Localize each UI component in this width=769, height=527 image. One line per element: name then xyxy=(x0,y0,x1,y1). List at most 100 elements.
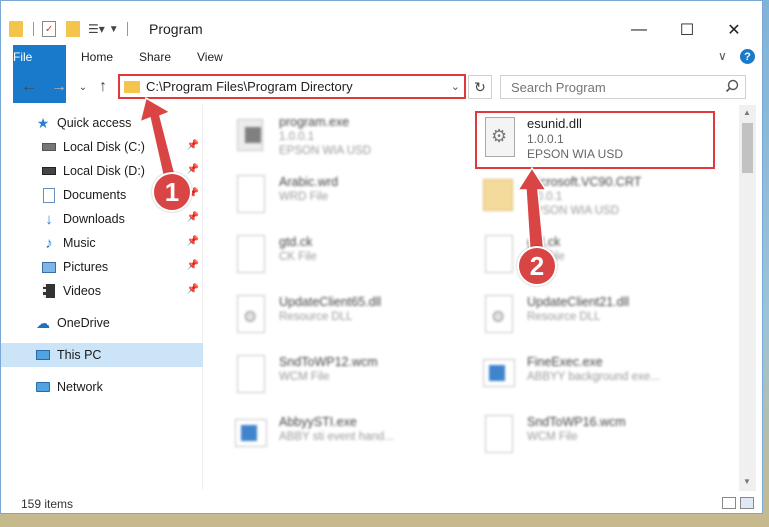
tab-home[interactable]: Home xyxy=(67,45,127,69)
document-icon xyxy=(481,233,517,277)
file-item-esunid-dll[interactable]: ⚙ esunid.dll 1.0.0.1 EPSON WIA USD xyxy=(475,111,715,169)
quick-access-toolbar: ✓ ☰▾ ▼ xyxy=(9,19,128,39)
chevron-down-icon[interactable]: ⌄ xyxy=(451,80,460,93)
file-name: AbbyySTI.exe xyxy=(279,415,357,429)
search-icon[interactable] xyxy=(725,79,739,96)
file-type: WCM File xyxy=(279,371,330,383)
ribbon-tabs: File Home Share View ∨ ? xyxy=(1,45,762,103)
sidebar-item-label: Videos xyxy=(63,284,101,298)
file-item[interactable]: AbbyySTI.exe ABBY sti event hand... xyxy=(233,411,483,469)
videos-icon xyxy=(41,283,57,299)
file-item[interactable]: ⚙ UpdateClient65.dll Resource DLL xyxy=(233,291,483,349)
file-name: FineExec.exe xyxy=(527,355,603,369)
sidebar-item-onedrive[interactable]: ☁ OneDrive xyxy=(1,311,203,335)
scrollbar-thumb[interactable] xyxy=(742,123,753,173)
file-name: SndToWP12.wcm xyxy=(279,355,378,369)
details-view-icon[interactable] xyxy=(722,497,736,509)
file-version: 1.0.0.1 xyxy=(527,132,564,146)
tab-share[interactable]: Share xyxy=(125,45,185,69)
file-item[interactable]: program.exe 1.0.0.1 EPSON WIA USD xyxy=(233,111,483,169)
file-item[interactable]: ⚙ UpdateClient21.dll Resource DLL xyxy=(481,291,731,349)
sidebar-item-quick-access[interactable]: ★ Quick access xyxy=(1,111,203,135)
sidebar-item-this-pc[interactable]: This PC xyxy=(1,343,203,367)
file-type: CK File xyxy=(279,251,317,263)
expand-ribbon-icon[interactable]: ∨ xyxy=(718,49,727,63)
sidebar-item-label: Downloads xyxy=(63,212,125,226)
sidebar-item-label: Local Disk (D:) xyxy=(63,164,145,178)
refresh-button[interactable]: ↻ xyxy=(468,75,492,99)
title-bar: ✓ ☰▾ ▼ Program — ☐ ✕ xyxy=(1,1,762,39)
window-title: Program xyxy=(149,21,203,37)
help-icon[interactable]: ? xyxy=(740,49,755,64)
chevron-down-icon[interactable]: ▼ xyxy=(109,24,119,35)
sidebar-item-label: Documents xyxy=(63,188,127,202)
sidebar-item-music[interactable]: ♪ Music 📌 xyxy=(1,231,203,255)
step-marker-2: 2 xyxy=(517,246,557,286)
file-type: WCM File xyxy=(527,431,578,443)
pin-icon: 📌 xyxy=(186,164,199,175)
executable-icon xyxy=(481,353,517,397)
dll-gear-icon: ⚙ xyxy=(233,293,269,337)
sidebar-item-videos[interactable]: Videos 📌 xyxy=(1,279,203,303)
file-name: SndToWP16.wcm xyxy=(527,415,626,429)
network-icon xyxy=(35,379,51,395)
vertical-scrollbar[interactable]: ▲ ▼ xyxy=(739,105,756,491)
forward-button[interactable]: → xyxy=(49,77,69,97)
recent-locations-icon[interactable]: ⌄ xyxy=(73,77,93,97)
up-button[interactable]: ↑ xyxy=(93,77,113,97)
pictures-icon xyxy=(41,259,57,275)
file-name: esunid.dll xyxy=(527,116,582,131)
close-button[interactable]: ✕ xyxy=(711,17,757,43)
address-path: C:\Program Files\Program Directory xyxy=(146,79,353,94)
file-item[interactable]: gtd.ck CK File xyxy=(233,231,483,289)
pin-icon: 📌 xyxy=(186,284,199,295)
view-switcher xyxy=(722,497,754,509)
file-name: program.exe xyxy=(279,115,350,129)
search-input[interactable] xyxy=(511,79,711,95)
scroll-down-icon[interactable]: ▼ xyxy=(743,477,751,486)
minimize-button[interactable]: — xyxy=(616,17,662,43)
customize-toolbar-icon[interactable]: ☰▾ xyxy=(88,22,105,36)
folder-icon xyxy=(481,173,517,217)
file-type: WRD File xyxy=(279,191,329,203)
drive-icon xyxy=(41,163,57,179)
properties-icon[interactable]: ✓ xyxy=(42,21,56,37)
sidebar-item-pictures[interactable]: Pictures 📌 xyxy=(1,255,203,279)
file-name: UpdateClient21.dll xyxy=(527,295,630,309)
file-description: ABBY sti event hand... xyxy=(279,431,394,443)
file-item[interactable]: Microsoft.VC90.CRT 1.0.0.1 EPSON WIA USD xyxy=(481,171,731,229)
maximize-button[interactable]: ☐ xyxy=(664,17,710,43)
tab-view[interactable]: View xyxy=(183,45,237,69)
sidebar-item-network[interactable]: Network xyxy=(1,375,203,399)
folder-icon[interactable] xyxy=(9,21,23,37)
file-item[interactable]: FineExec.exe ABBYY background exe... xyxy=(481,351,731,409)
sidebar-item-label: Network xyxy=(57,380,103,394)
cloud-icon: ☁ xyxy=(36,314,50,331)
pin-icon: 📌 xyxy=(186,140,199,151)
file-description: ABBYY background exe... xyxy=(527,371,660,383)
address-bar[interactable]: C:\Program Files\Program Directory ⌄ xyxy=(118,74,466,99)
pin-icon: 📌 xyxy=(186,260,199,271)
file-type: Resource DLL xyxy=(527,311,601,323)
sidebar-item-local-disk-c[interactable]: Local Disk (C:) 📌 xyxy=(1,135,203,159)
sidebar-item-label: Music xyxy=(63,236,96,250)
sidebar-item-label: Local Disk (C:) xyxy=(63,140,145,154)
file-item[interactable]: Arabic.wrd WRD File xyxy=(233,171,483,229)
divider xyxy=(126,22,128,36)
scroll-up-icon[interactable]: ▲ xyxy=(743,108,751,117)
large-icons-view-icon[interactable] xyxy=(740,497,754,509)
document-icon xyxy=(233,173,269,217)
item-count: 159 items xyxy=(21,497,74,511)
new-folder-icon[interactable] xyxy=(66,21,80,37)
download-icon: ↓ xyxy=(45,210,53,228)
file-item[interactable]: SndToWP16.wcm WCM File xyxy=(481,411,731,469)
search-box[interactable] xyxy=(500,75,746,99)
file-version: 1.0.0.1 xyxy=(279,131,315,143)
back-button[interactable]: ← xyxy=(19,77,39,97)
executable-icon xyxy=(233,413,269,457)
file-description: EPSON WIA USD xyxy=(527,147,624,161)
file-name: Microsoft.VC90.CRT xyxy=(527,175,642,189)
file-item[interactable]: SndToWP12.wcm WCM File xyxy=(233,351,483,409)
star-icon: ★ xyxy=(36,114,50,131)
pin-icon: 📌 xyxy=(186,236,199,247)
